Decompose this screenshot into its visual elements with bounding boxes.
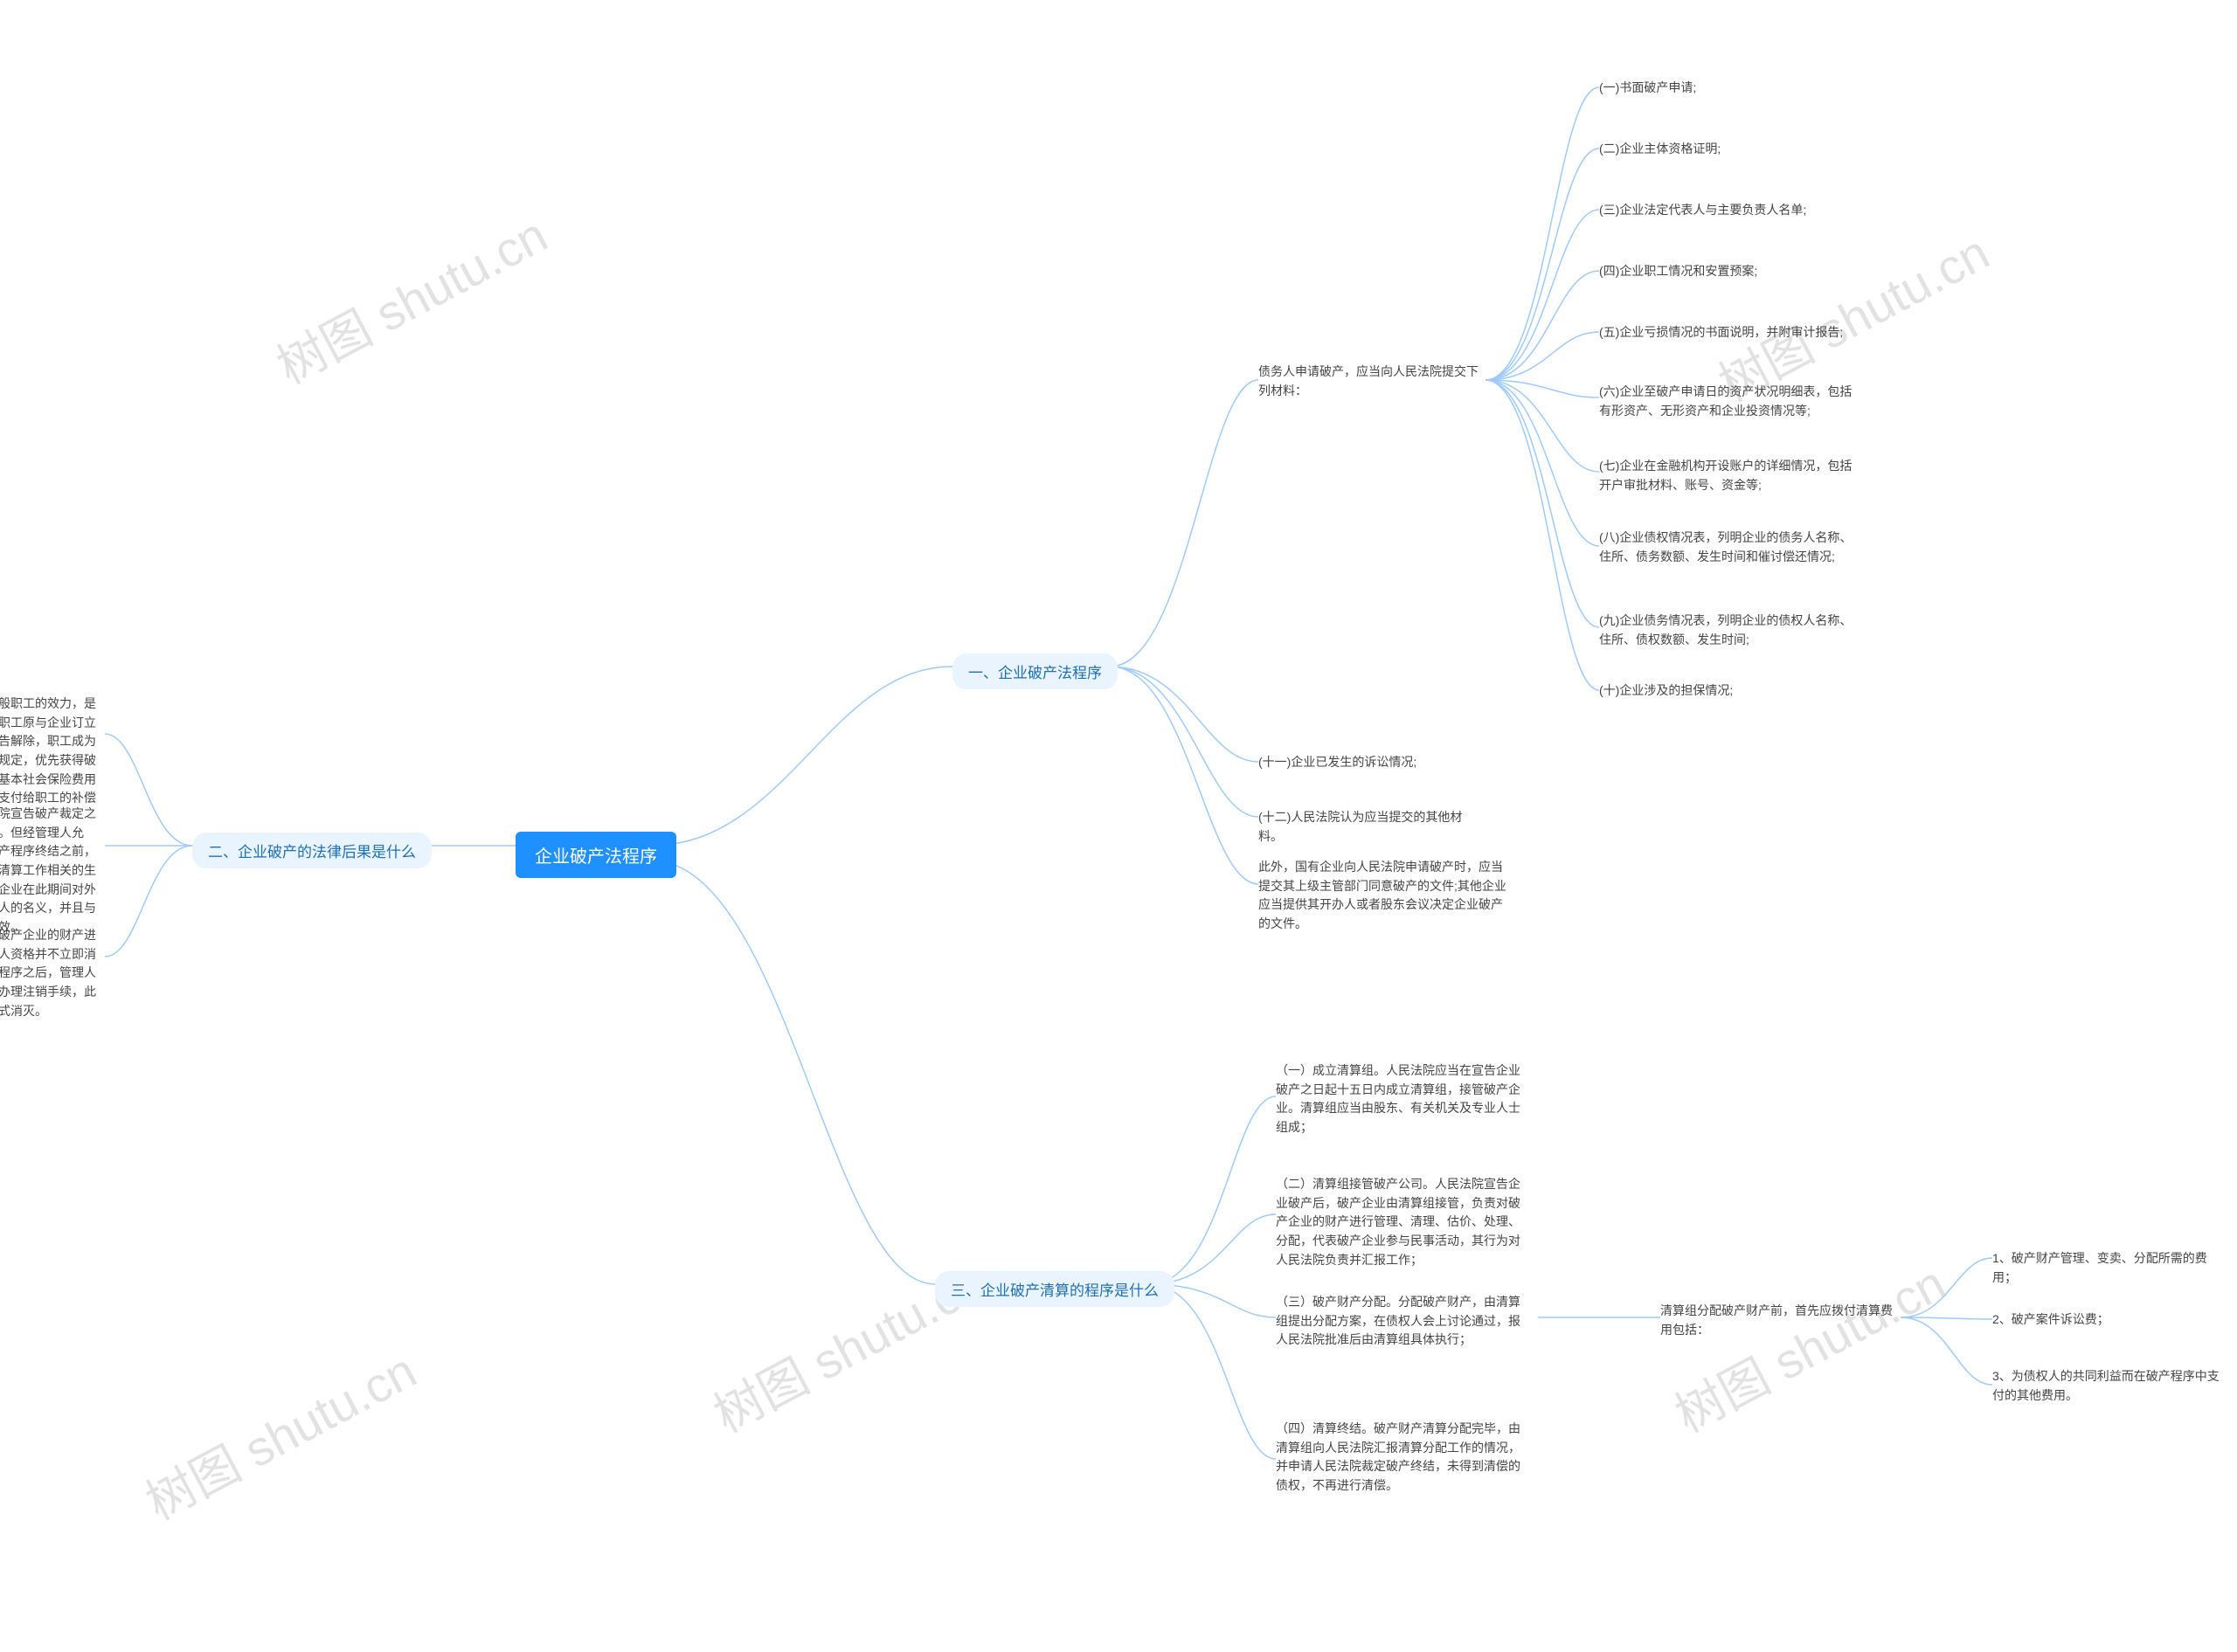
branch-1[interactable]: 一、企业破产法程序	[952, 653, 1118, 689]
branch1-sub1-item-2: (二)企业主体资格证明;	[1599, 140, 1721, 159]
branch-2[interactable]: 二、企业破产的法律后果是什么	[192, 833, 432, 868]
branch3-sub3-head: 清算组分配破产财产前，首先应拨付清算费用包括：	[1660, 1302, 1896, 1339]
branch1-sub3: (十二)人民法院认为应当提交的其他材料。	[1258, 808, 1486, 846]
mindmap-connectors	[0, 0, 2237, 1652]
branch3-item-4: （四）清算终结。破产财产清算分配完毕，由清算组向人民法院汇报清算分配工作的情况，…	[1276, 1420, 1529, 1496]
branch-3[interactable]: 三、企业破产清算的程序是什么	[935, 1271, 1174, 1307]
watermark: 树图 shutu.cn	[1661, 1245, 1957, 1447]
branch1-sub1-item-1: (一)书面破产申请;	[1599, 79, 1696, 98]
branch1-sub1-item-10: (十)企业涉及的担保情况;	[1599, 681, 1733, 701]
branch2-item-2: 破产企业应当自人民法院宣告破产裁定之日起停止生产经营活动。但经管理人允许，破产企…	[0, 805, 103, 937]
watermark: 树图 shutu.cn	[263, 197, 558, 398]
branch2-item-3: 破产宣告后，管理人对破产企业的财产进行变价分配，企业的法人资格并不立即消灭，只有…	[0, 926, 103, 1020]
branch3-item-2: （二）清算组接管破产公司。人民法院宣告企业破产后，破产企业由清算组接管，负责对破…	[1276, 1175, 1529, 1269]
branch3-sub3-item-2: 2、破产案件诉讼费；	[1992, 1310, 2109, 1330]
branch3-sub3-item-1: 1、破产财产管理、变卖、分配所需的费用；	[1992, 1249, 2220, 1287]
branch1-sub1-item-5: (五)企业亏损情况的书面说明，并附审计报告;	[1599, 323, 1843, 342]
branch1-sub1-item-6: (六)企业至破产申请日的资产状况明细表，包括有形资产、无形资产和企业投资情况等;	[1599, 383, 1853, 420]
branch1-sub1-item-4: (四)企业职工情况和安置预案;	[1599, 262, 1757, 281]
branch1-sub1-item-3: (三)企业法定代表人与主要负责人名单;	[1599, 201, 1806, 220]
branch1-sub4: 此外，国有企业向人民法院申请破产时，应当提交其上级主管部门同意破产的文件;其他企…	[1258, 858, 1512, 934]
branch3-item-1: （一）成立清算组。人民法院应当在宣告企业破产之日起十五日内成立清算组，接管破产企…	[1276, 1061, 1529, 1137]
branch3-item-3: （三）破产财产分配。分配破产财产，由清算组提出分配方案，在债权人会上讨论通过，报…	[1276, 1293, 1529, 1350]
branch1-sub1-item-9: (九)企业债务情况表，列明企业的债权人名称、住所、债权数额、发生时间;	[1599, 612, 1853, 649]
branch1-sub1-item-7: (七)企业在金融机构开设账户的详细情况，包括开户审批材料、账号、资金等;	[1599, 457, 1853, 494]
branch3-sub3-item-3: 3、为债权人的共同利益而在破产程序中支付的其他费用。	[1992, 1367, 2220, 1405]
watermark: 树图 shutu.cn	[132, 1332, 427, 1534]
center-topic[interactable]: 企业破产法程序	[516, 832, 676, 878]
branch1-sub1-item-8: (八)企业债权情况表，列明企业的债务人名称、住所、债务数额、发生时间和催讨偿还情…	[1599, 529, 1853, 566]
branch1-sub2: (十一)企业已发生的诉讼情况;	[1258, 753, 1416, 772]
branch1-sub1: 债务人申请破产，应当向人民法院提交下列材料：	[1258, 363, 1486, 400]
